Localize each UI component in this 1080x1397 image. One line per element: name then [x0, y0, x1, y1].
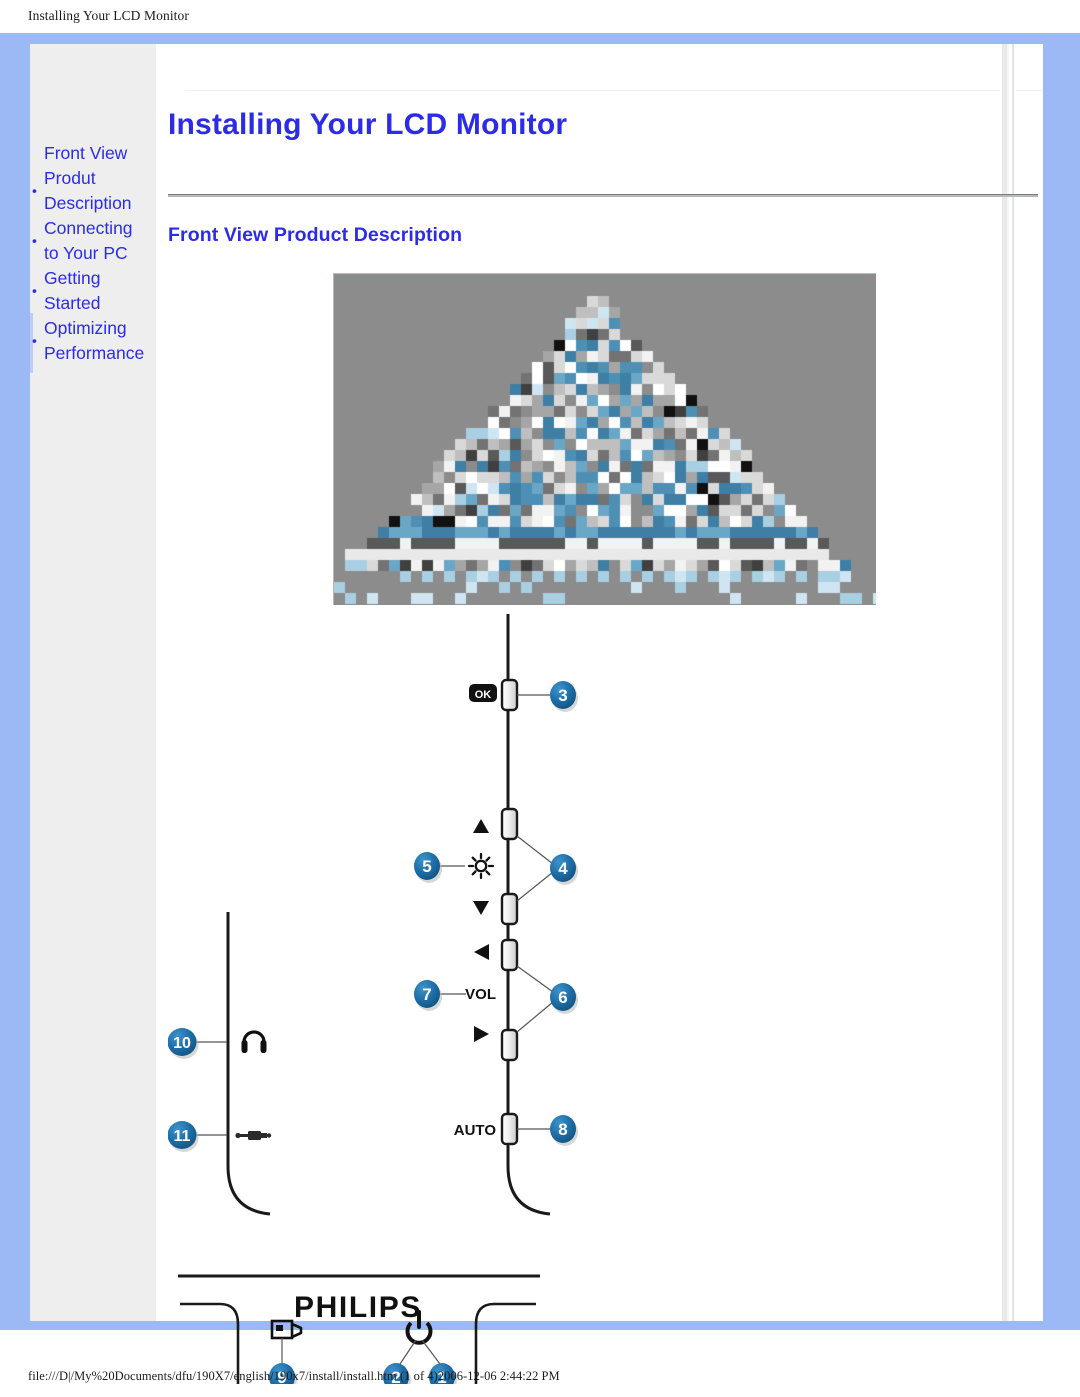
sidebar-item-label-line2: Started: [44, 293, 101, 313]
brightness-icon: [467, 852, 495, 880]
sidebar-item-front-view[interactable]: Front View: [30, 141, 160, 166]
callout-leader-4a: [516, 835, 554, 865]
callout-badge-label: 3: [558, 686, 567, 705]
callout-badge-8: 8: [550, 1115, 578, 1146]
callout-leader-4b: [516, 871, 554, 902]
sidebar-item-label: Connecting: [44, 218, 133, 238]
sidebar-item-product-description[interactable]: Produt Description: [30, 166, 160, 216]
callout-leader-1: [421, 1339, 441, 1365]
bezel-left-edge: [226, 912, 271, 1216]
right-button[interactable]: [500, 1028, 519, 1062]
section-title: Front View Product Description: [168, 224, 463, 246]
sidebar-item-label-line2: Performance: [44, 343, 145, 363]
down-button[interactable]: [500, 892, 519, 926]
callout-badge-10: 10: [168, 1028, 199, 1059]
up-arrow-icon: [473, 819, 489, 833]
page-title: Installing Your LCD Monitor: [168, 108, 568, 141]
ok-icon-label: OK: [475, 689, 492, 701]
auto-label: AUTO: [454, 1122, 497, 1139]
callout-badge-label: 8: [558, 1120, 567, 1139]
volume-label: VOL: [465, 986, 496, 1003]
left-arrow-icon: [474, 944, 489, 960]
sidebar-item-label: Front View: [44, 143, 128, 163]
callout-badge-label: 6: [558, 988, 567, 1007]
callout-badge-label: 7: [422, 985, 431, 1004]
sidebar-item-label: Optimizing: [44, 318, 127, 338]
print-header-title: Installing Your LCD Monitor: [28, 8, 189, 23]
sidebar-item-getting-started[interactable]: Getting Started: [30, 266, 160, 316]
callout-badge-label: 4: [558, 859, 568, 878]
title-divider: [168, 194, 1038, 197]
monitor-front-view-diagram: PHILIPS OK VOL AUTO 3 4 5 6 7 8 10 11 9 …: [168, 614, 1038, 1384]
ok-icon: OK: [469, 684, 497, 702]
callout-badge-4: 4: [550, 854, 578, 885]
ok-button[interactable]: [500, 678, 519, 712]
sidebar-nav-list: Front View Produt Description Connecting…: [30, 141, 160, 366]
philips-wordmark: PHILIPS: [294, 1291, 422, 1324]
callout-leader-6a: [516, 965, 554, 993]
pixelated-image-canvas: [334, 274, 876, 605]
right-arrow-icon: [474, 1026, 489, 1042]
sidebar-item-label: Getting: [44, 268, 101, 288]
callout-badge-11: 11: [168, 1121, 199, 1152]
sidebar-item-connecting-to-your-pc[interactable]: Connecting to Your PC: [30, 216, 160, 266]
up-button[interactable]: [500, 807, 519, 841]
plate-hairline: [185, 90, 1043, 91]
callout-badge-label: 11: [174, 1128, 191, 1145]
callout-badge-6: 6: [550, 983, 578, 1014]
callout-leader-6b: [516, 1001, 554, 1033]
page-frame: Front View Produt Description Connecting…: [0, 33, 1080, 1384]
auto-button[interactable]: [500, 1112, 519, 1146]
headphone-icon: [241, 1030, 267, 1053]
print-footer-path: file:///D|/My%20Documents/dfu/190X7/engl…: [28, 1369, 560, 1383]
callout-badge-5: 5: [414, 852, 442, 883]
callout-badge-7: 7: [414, 980, 442, 1011]
callout-badge-label: 5: [422, 857, 431, 876]
down-arrow-icon: [473, 901, 489, 915]
callout-badge-3: 3: [550, 681, 578, 712]
callout-badge-label: 10: [173, 1035, 191, 1052]
sidebar-item-label-line2: Description: [44, 193, 132, 213]
product-photo-broken-image: [333, 273, 876, 605]
callout-leader-2: [399, 1339, 417, 1365]
left-button[interactable]: [500, 938, 519, 972]
sidebar-item-label: Produt: [44, 168, 96, 188]
usb-icon: [235, 1131, 272, 1140]
sidebar-item-optimizing-performance[interactable]: Optimizing Performance: [30, 316, 160, 366]
sidebar-item-label-line2: to Your PC: [44, 243, 128, 263]
